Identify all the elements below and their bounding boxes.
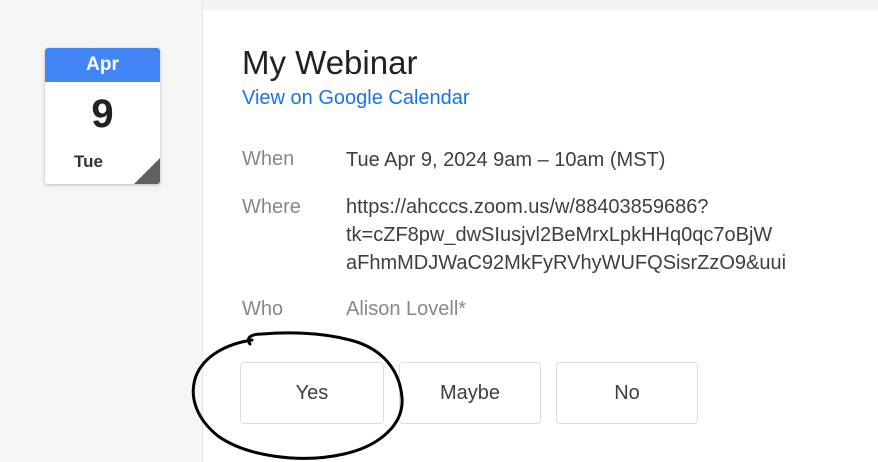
where-value[interactable]: https://ahcccs.zoom.us/w/88403859686? tk… <box>346 193 786 277</box>
rsvp-no-button[interactable]: No <box>556 362 698 424</box>
calendar-month: Apr <box>45 48 160 82</box>
when-label: When <box>242 148 295 170</box>
calendar-date-icon: Apr 9 Tue <box>45 48 160 184</box>
event-title: My Webinar <box>242 44 418 81</box>
calendar-day: 9 <box>91 92 114 136</box>
where-line-2[interactable]: tk=cZF8pw_dwSIusjvl2BeMrxLpkHHq0qc7oBjW <box>346 221 786 249</box>
where-label: Where <box>242 196 301 218</box>
rsvp-maybe-button[interactable]: Maybe <box>399 362 541 424</box>
page-fold-icon <box>134 158 160 184</box>
event-invitation-card: Apr 9 Tue My Webinar View on Google Cale… <box>0 0 878 462</box>
rsvp-yes-button[interactable]: Yes <box>240 362 384 424</box>
who-value: Alison Lovell* <box>346 298 467 320</box>
where-line-1[interactable]: https://ahcccs.zoom.us/w/88403859686? <box>346 193 786 221</box>
when-value: Tue Apr 9, 2024 9am – 10am (MST) <box>346 149 666 171</box>
view-on-google-calendar-link[interactable]: View on Google Calendar <box>242 87 470 110</box>
who-label: Who <box>242 298 284 320</box>
where-line-3[interactable]: aFhmMDJWaC92MkFyRVhyWUFQSisrZzO9&uui <box>346 249 786 277</box>
